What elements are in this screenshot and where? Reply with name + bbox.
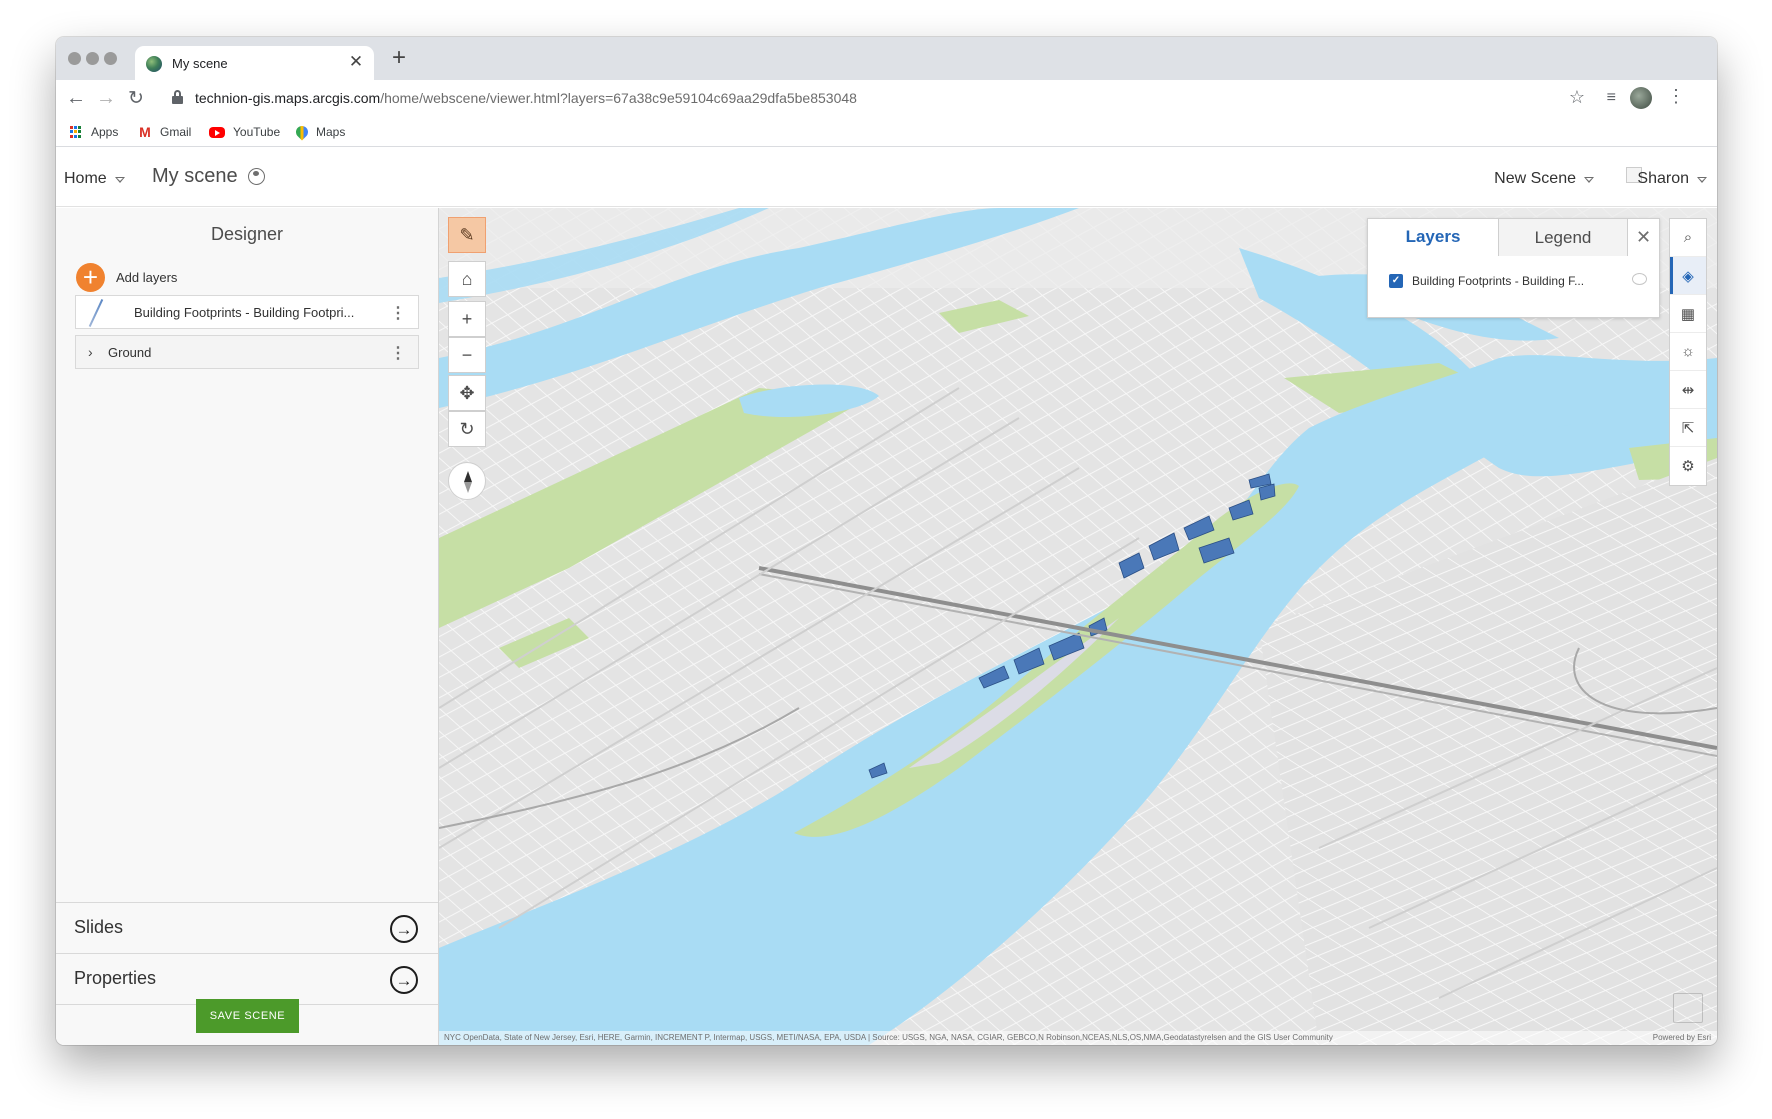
edit-pencil-icon[interactable]: ✎ [448, 217, 486, 253]
close-icon[interactable]: ✕ [1628, 219, 1659, 256]
right-widget-bar: ⌕ ◈ ▦ ☼ ⇹ ⇱ ⚙ [1669, 218, 1707, 486]
layer-label: Building Footprints - Building Footpri..… [134, 304, 355, 320]
user-menu[interactable]: Sharon [1637, 170, 1707, 188]
designer-panel: Designer + Add layers Building Footprint… [56, 208, 439, 1045]
browser-tab[interactable]: My scene ✕ [135, 46, 374, 80]
tab-strip: My scene ✕ + [56, 37, 1717, 80]
chevron-down-icon [114, 177, 125, 183]
zoom-out-icon[interactable]: − [448, 337, 486, 373]
rotate-icon[interactable]: ↻ [448, 411, 486, 447]
apps-grid-icon [70, 125, 83, 139]
home-icon[interactable]: ⌂ [448, 261, 486, 297]
add-layers-button[interactable]: + Add layers [76, 263, 177, 292]
properties-section[interactable]: Properties → [56, 953, 438, 1004]
slides-section[interactable]: Slides → [56, 902, 438, 953]
share-icon[interactable]: ⇱ [1670, 409, 1706, 447]
google-maps-icon [293, 123, 311, 141]
arrow-right-icon[interactable]: → [390, 915, 418, 943]
minimize-window-button[interactable] [86, 52, 99, 65]
map-attribution: NYC OpenData, State of New Jersey, Esri,… [439, 1031, 1717, 1045]
home-label: Home [64, 170, 107, 187]
add-layers-label: Add layers [116, 270, 178, 285]
layer-visibility-checkbox[interactable]: ✓ [1389, 274, 1403, 288]
arrow-right-icon[interactable]: → [390, 966, 418, 994]
new-scene-label: New Scene [1494, 170, 1576, 187]
save-scene-button[interactable]: SAVE SCENE [196, 999, 299, 1033]
bookmark-gmail[interactable]: M Gmail [138, 123, 191, 141]
bookmark-star-icon[interactable]: ☆ [1569, 87, 1585, 108]
measure-icon[interactable]: ⇹ [1670, 371, 1706, 409]
media-queue-icon[interactable]: ≡ [1607, 89, 1616, 107]
slides-label: Slides [74, 917, 124, 937]
bookmark-label: Apps [91, 125, 119, 139]
fullscreen-icon[interactable] [1673, 993, 1703, 1023]
properties-label: Properties [74, 968, 157, 988]
bookmark-youtube[interactable]: YouTube [209, 123, 280, 141]
search-icon[interactable]: ⌕ [1670, 219, 1706, 257]
back-arrow-icon[interactable]: ← [63, 85, 89, 111]
youtube-icon [209, 126, 225, 138]
browser-toolbar: ← → ↻ technion-gis.maps.arcgis.com/home/… [56, 80, 1717, 117]
forward-arrow-icon[interactable]: → [93, 85, 119, 111]
reload-icon[interactable]: ↻ [123, 85, 149, 111]
close-tab-icon[interactable]: ✕ [346, 52, 366, 72]
pan-icon[interactable]: ✥ [448, 375, 486, 411]
layer-list-item-label: Building Footprints - Building F... [1412, 274, 1585, 288]
layer-list-panel: Layers Legend ✕ ✓ Building Footprints - … [1367, 218, 1660, 318]
compass-icon[interactable] [448, 462, 486, 500]
attribution-text: NYC OpenData, State of New Jersey, Esri,… [444, 1033, 1333, 1042]
user-name: Sharon [1637, 170, 1689, 187]
tab-legend[interactable]: Legend [1498, 219, 1628, 256]
close-window-button[interactable] [68, 52, 81, 65]
home-menu[interactable]: Home [64, 170, 125, 188]
scene-view[interactable]: ✎ ⌂ + − ✥ ↻ Layers Legend ✕ ✓ Building F… [439, 208, 1717, 1045]
bookmark-label: YouTube [233, 125, 281, 139]
more-options-icon[interactable]: ⋮ [390, 343, 406, 363]
layers-icon[interactable]: ◈ [1670, 257, 1706, 295]
settings-gear-icon[interactable]: ⚙ [1670, 447, 1706, 485]
more-options-icon[interactable]: ⋮ [390, 303, 406, 323]
gmail-icon: M [139, 124, 151, 140]
bookmarks-bar: Apps M Gmail YouTube Maps [56, 117, 1717, 147]
page-title: My scene [152, 165, 238, 187]
layer-item-building-footprints[interactable]: Building Footprints - Building Footpri..… [75, 295, 419, 329]
globe-favicon-icon [146, 56, 162, 72]
globe-icon[interactable] [248, 168, 265, 185]
bookmark-apps[interactable]: Apps [70, 123, 118, 141]
layer-list-item: ✓ Building Footprints - Building F... [1389, 273, 1647, 288]
address-bar[interactable]: technion-gis.maps.arcgis.com/home/websce… [167, 86, 1702, 112]
new-tab-button[interactable]: + [386, 44, 412, 72]
zoom-in-icon[interactable]: + [448, 301, 486, 337]
chevron-right-icon[interactable]: › [88, 344, 102, 360]
visibility-range-icon [1632, 273, 1647, 285]
profile-avatar[interactable] [1630, 87, 1652, 109]
url-text: technion-gis.maps.arcgis.com/home/websce… [195, 90, 857, 106]
tab-layers[interactable]: Layers [1368, 219, 1498, 256]
zoom-window-button[interactable] [104, 52, 117, 65]
bookmark-label: Maps [316, 125, 346, 139]
browser-window: My scene ✕ + ← → ↻ technion-gis.maps.arc… [56, 37, 1717, 1045]
new-scene-menu[interactable]: New Scene [1494, 170, 1594, 188]
tab-title: My scene [172, 56, 228, 71]
chevron-down-icon [1584, 177, 1594, 183]
powered-by-esri[interactable]: Powered by Esri [1653, 1031, 1711, 1045]
layer-item-ground[interactable]: › Ground ⋮ [75, 335, 419, 369]
bookmark-maps[interactable]: Maps [293, 123, 346, 141]
layer-list-tabs: Layers Legend ✕ [1368, 219, 1659, 256]
daylight-icon[interactable]: ☼ [1670, 333, 1706, 371]
layer-label: Ground [108, 344, 152, 360]
bookmark-label: Gmail [160, 125, 192, 139]
basemap-gallery-icon[interactable]: ▦ [1670, 295, 1706, 333]
layer-thumbnail [76, 296, 116, 328]
map-canvas[interactable] [439, 208, 1717, 1045]
browser-menu-icon[interactable]: ⋮ [1667, 86, 1685, 107]
app-header: Home My scene New Scene Sharon [56, 148, 1717, 207]
chevron-down-icon [1697, 177, 1707, 183]
plus-icon: + [76, 263, 105, 292]
lock-icon [172, 90, 183, 104]
designer-title: Designer [210, 224, 284, 244]
